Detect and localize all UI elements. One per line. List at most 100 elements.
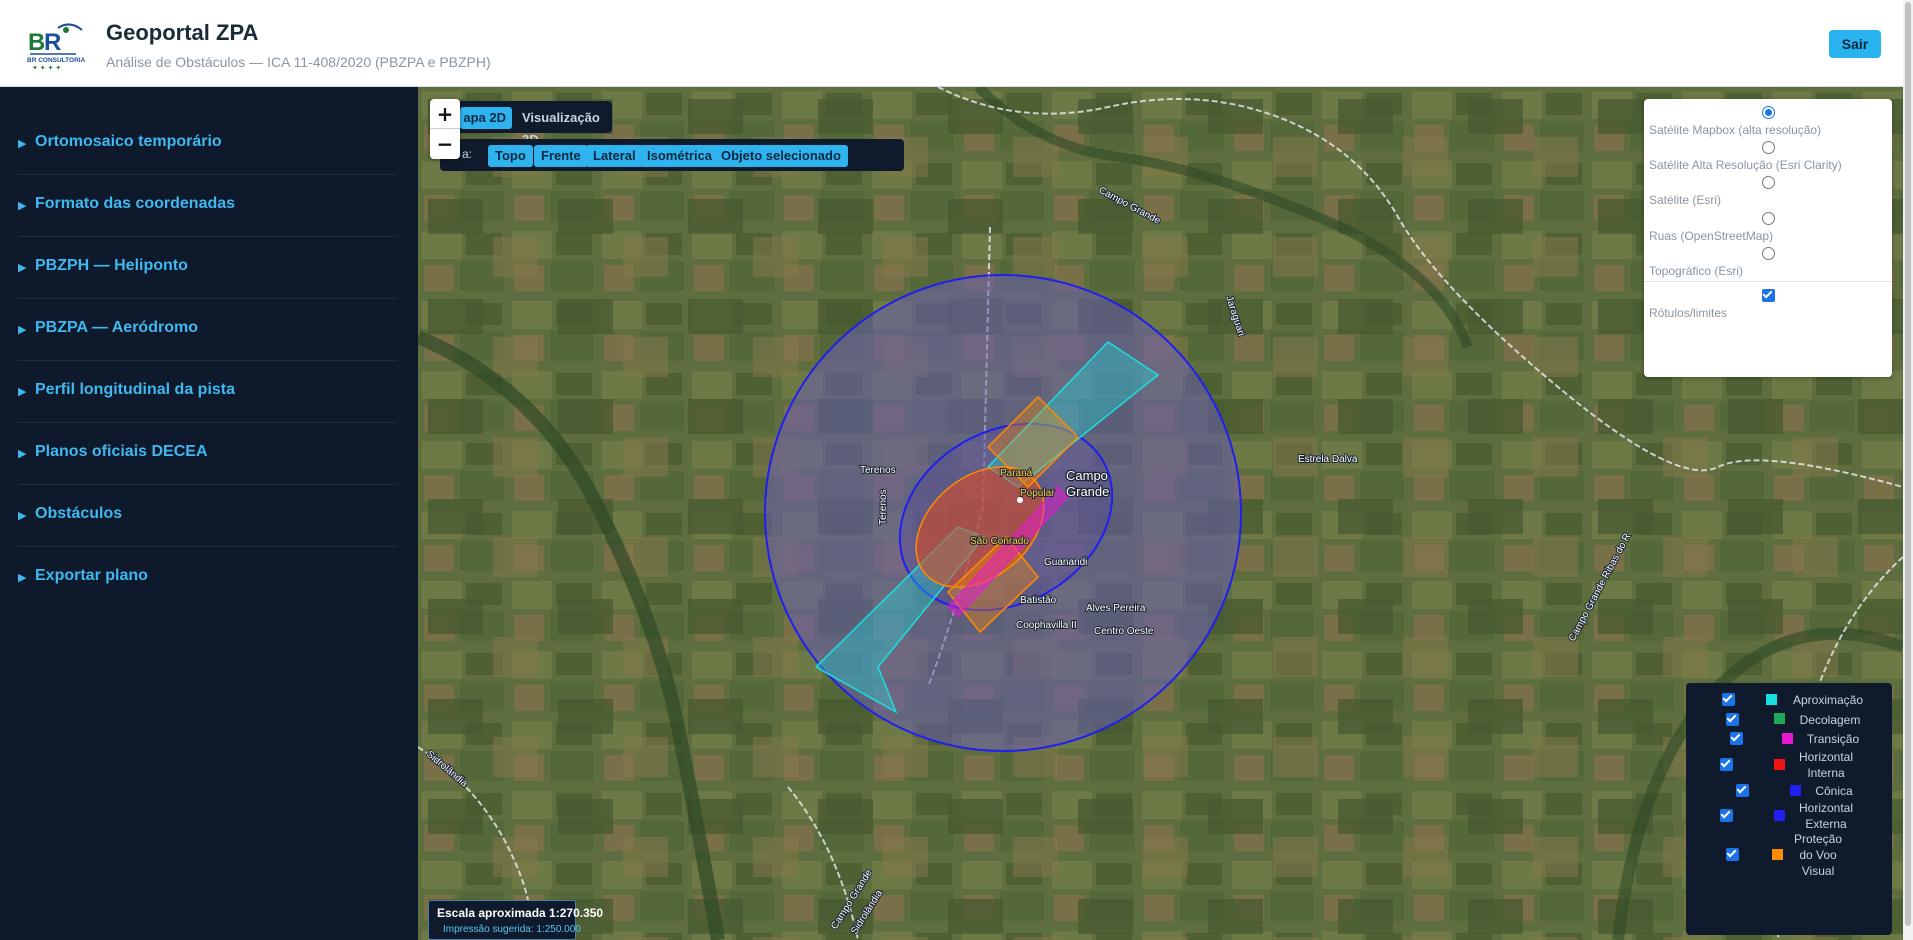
basemap-label-esri: Satélite (Esri) [1649, 193, 1722, 207]
label-coophavilla: Coophavilla II [1016, 620, 1077, 631]
camera-prefix: a: [462, 147, 473, 161]
triangle-right-icon: ▶ [18, 448, 27, 460]
app-title: Geoportal ZPA [106, 20, 259, 45]
sidebar: ▶ Ortomosaico temporário ▶ Formato das c… [0, 87, 418, 940]
basemap-label-mapbox: Satélite Mapbox (alta resolução) [1649, 123, 1822, 137]
zoom-in-button[interactable]: + [430, 99, 460, 129]
triangle-right-icon: ▶ [18, 324, 27, 336]
legend-label-takeoff: Decolagem [1799, 713, 1861, 727]
label-campo-grande-2: Grande [1066, 484, 1109, 499]
legend-checkbox-visual-flight[interactable] [1726, 847, 1739, 861]
legend-label-transition: Transição [1806, 732, 1860, 746]
sidebar-item-pbzpa[interactable]: ▶ PBZPA — Aeródromo [18, 299, 397, 361]
legend-swatch-takeoff [1774, 713, 1785, 724]
svg-text:✦ ✦ ✦ ✦: ✦ ✦ ✦ ✦ [32, 64, 61, 72]
camera-side-button[interactable]: Lateral [586, 145, 643, 167]
label-centro-oeste: Centro Oeste [1094, 626, 1154, 637]
labels-checkbox-label: Rótulos/limites [1649, 306, 1728, 320]
legend-label-horizontal-outer: Horizontal Externa [1798, 801, 1854, 831]
sidebar-item-perfil-pista[interactable]: ▶ Perfil longitudinal da pista [18, 361, 397, 423]
sidebar-item-planos-decea[interactable]: ▶ Planos oficiais DECEA [18, 423, 397, 485]
basemap-label-topo: Topográfico (Esri) [1649, 264, 1744, 278]
camera-top-button[interactable]: Topo [488, 145, 533, 167]
legend-swatch-visual-flight [1772, 849, 1783, 860]
map-canvas[interactable]: Campo Grande Estrela Dalva Terenos Teren… [418, 87, 1903, 940]
legend-panel: Aproximação Decolagem Transição Horizont… [1686, 683, 1892, 935]
basemap-radio-osm[interactable] [1762, 212, 1775, 225]
label-alves-pereira: Alves Pereira [1086, 603, 1146, 614]
label-guanandi: Guanandi [1044, 557, 1087, 568]
basemap-radio-mapbox[interactable] [1762, 106, 1775, 119]
sidebar-item-obstaculos[interactable]: ▶ Obstáculos [18, 485, 397, 547]
sidebar-item-label: Obstáculos [35, 505, 123, 522]
triangle-right-icon: ▶ [18, 386, 27, 398]
label-popular: Popular [1020, 488, 1055, 499]
label-sao-conrado: São Conrado [970, 536, 1029, 547]
legend-swatch-horizontal-inner [1774, 759, 1785, 770]
basemap-label-esri-clarity: Satélite Alta Resolução (Esri Clarity) [1649, 158, 1842, 172]
sidebar-item-formato-coordenadas[interactable]: ▶ Formato das coordenadas [18, 175, 397, 237]
legend-label-conical: Cônica [1815, 784, 1853, 798]
svg-text:B: B [28, 29, 45, 56]
triangle-right-icon: ▶ [18, 510, 27, 522]
basemap-radio-esri[interactable] [1762, 176, 1775, 189]
basemap-radio-topo[interactable] [1762, 247, 1775, 260]
legend-label-approach: Aproximação [1792, 693, 1864, 707]
scale-box: Escala aproximada 1:270.350 Impressão su… [428, 900, 603, 940]
sidebar-item-label: Planos oficiais DECEA [35, 443, 208, 460]
legend-swatch-conical [1790, 785, 1801, 796]
label-parana: Paraná [1000, 468, 1033, 479]
sidebar-item-label: Perfil longitudinal da pista [35, 381, 236, 398]
app-root: B R BR CONSULTORIA ✦ ✦ ✦ ✦ Geoportal ZPA… [0, 0, 1913, 940]
legend-checkbox-conical[interactable] [1736, 783, 1749, 797]
zoom-control: + − [430, 99, 460, 159]
br-consultoria-logo: B R BR CONSULTORIA ✦ ✦ ✦ ✦ [26, 20, 86, 72]
camera-isometric-button[interactable]: Isométrica [640, 145, 720, 167]
basemap-panel: Satélite Mapbox (alta resolução) Satélit… [1644, 99, 1892, 377]
sidebar-item-label: Formato das coordenadas [35, 195, 236, 212]
triangle-right-icon: ▶ [18, 200, 27, 212]
legend-label-visual-flight: Proteção do Voo Visual [1793, 832, 1843, 878]
logo-text: BR CONSULTORIA [27, 57, 86, 64]
app-subtitle: Análise de Obstáculos — ICA 11-408/2020 … [106, 54, 491, 70]
label-estrela-dalva: Estrela Dalva [1298, 454, 1358, 465]
camera-front-button[interactable]: Frente [534, 145, 588, 167]
logout-button[interactable]: Sair [1829, 30, 1881, 58]
tab-map-2d[interactable]: apa 2D [460, 107, 512, 129]
legend-checkbox-transition[interactable] [1730, 731, 1743, 745]
basemap-radio-esri-clarity[interactable] [1762, 141, 1775, 154]
legend-checkbox-horizontal-outer[interactable] [1720, 808, 1733, 822]
triangle-right-icon: ▶ [18, 138, 27, 150]
zoom-out-button[interactable]: − [430, 129, 460, 159]
basemap-divider [1644, 281, 1892, 282]
sidebar-item-exportar[interactable]: ▶ Exportar plano [18, 547, 397, 609]
label-campo-grande-1: Campo [1066, 468, 1108, 483]
sidebar-item-ortomosaico[interactable]: ▶ Ortomosaico temporário [18, 113, 397, 175]
label-terenos-road: Terenos [878, 489, 889, 525]
sidebar-item-label: PBZPH — Heliponto [35, 257, 188, 274]
page-scrollbar-thumb[interactable] [1905, 2, 1911, 926]
legend-checkbox-takeoff[interactable] [1726, 712, 1739, 726]
label-terenos: Terenos [860, 465, 896, 476]
legend-label-horizontal-inner: Horizontal Interna [1798, 750, 1854, 780]
legend-checkbox-horizontal-inner[interactable] [1720, 757, 1733, 771]
sidebar-item-label: PBZPA — Aeródromo [35, 319, 198, 336]
camera-bar: a: Topo Frente Lateral Isométrica Objeto… [440, 139, 904, 171]
app-header: B R BR CONSULTORIA ✦ ✦ ✦ ✦ Geoportal ZPA… [0, 0, 1913, 87]
legend-checkbox-approach[interactable] [1722, 692, 1735, 706]
triangle-right-icon: ▶ [18, 572, 27, 584]
legend-swatch-horizontal-outer [1774, 810, 1785, 821]
sidebar-item-pbzph[interactable]: ▶ PBZPH — Heliponto [18, 237, 397, 299]
view-mode-bar: apa 2D Visualização 3D [440, 101, 612, 147]
legend-swatch-approach [1766, 694, 1777, 705]
svg-text:R: R [44, 29, 61, 56]
tab-view-3d[interactable]: Visualização 3D [522, 107, 618, 147]
print-scale-text: Impressão sugerida: 1:250.000 [443, 924, 581, 935]
legend-swatch-transition [1782, 733, 1793, 744]
camera-selected-object-button[interactable]: Objeto selecionado [714, 145, 848, 167]
sidebar-item-label: Ortomosaico temporário [35, 133, 222, 150]
labels-checkbox[interactable] [1762, 288, 1775, 302]
scale-text: Escala aproximada 1:270.350 [437, 906, 604, 920]
label-batistao: Batistão [1020, 595, 1057, 606]
sidebar-item-label: Exportar plano [35, 567, 148, 584]
